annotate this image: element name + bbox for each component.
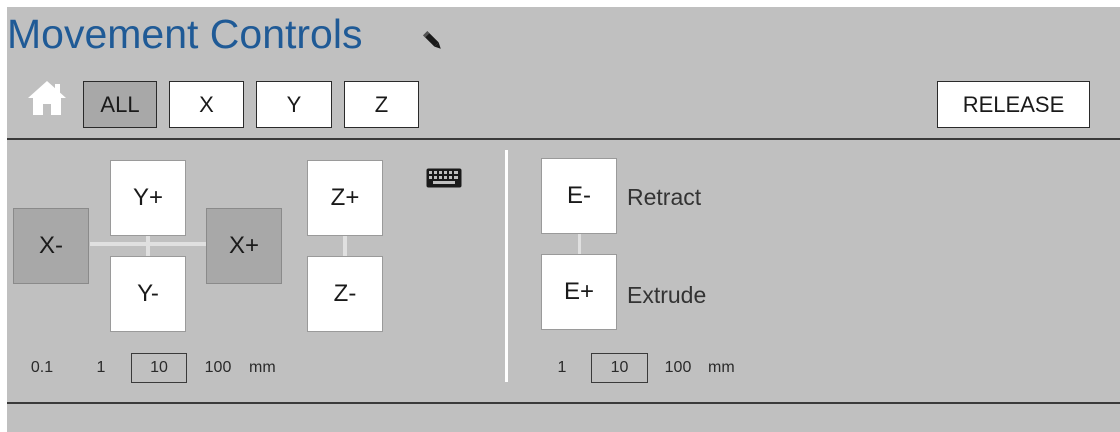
extrude-label: Extrude bbox=[627, 282, 707, 308]
jog-z-minus-button[interactable]: Z- bbox=[307, 256, 383, 332]
e-step-option-10[interactable]: 10 bbox=[591, 353, 648, 383]
retract-label: Retract bbox=[627, 184, 702, 210]
section-divider bbox=[505, 150, 508, 382]
home-icon[interactable] bbox=[27, 80, 67, 116]
xyz-step-option-100[interactable]: 100 bbox=[198, 353, 238, 383]
z-axis-connector bbox=[343, 236, 347, 256]
jog-z-plus-button[interactable]: Z+ bbox=[307, 160, 383, 236]
page-title: Movement Controls bbox=[7, 11, 363, 57]
pencil-icon[interactable] bbox=[420, 28, 446, 54]
jog-y-minus-button[interactable]: Y- bbox=[110, 256, 186, 332]
extruder-retract-button[interactable]: E- bbox=[541, 158, 617, 234]
axis-button-x[interactable]: X bbox=[169, 81, 244, 128]
e-axis-connector bbox=[578, 233, 581, 255]
e-step-option-100[interactable]: 100 bbox=[658, 353, 698, 383]
release-button[interactable]: RELEASE bbox=[937, 81, 1090, 128]
keyboard-icon[interactable] bbox=[426, 168, 462, 188]
xyz-step-unit: mm bbox=[249, 359, 276, 376]
e-step-unit: mm bbox=[708, 359, 735, 376]
xyz-step-option-1[interactable]: 1 bbox=[88, 353, 114, 383]
jog-y-plus-button[interactable]: Y+ bbox=[110, 160, 186, 236]
jog-x-plus-button[interactable]: X+ bbox=[206, 208, 282, 284]
xyz-step-option-0-1[interactable]: 0.1 bbox=[22, 353, 62, 383]
extruder-extrude-button[interactable]: E+ bbox=[541, 254, 617, 330]
header-divider bbox=[7, 138, 1120, 140]
e-step-option-1[interactable]: 1 bbox=[551, 353, 573, 383]
axis-button-y[interactable]: Y bbox=[256, 81, 332, 128]
footer-divider bbox=[7, 402, 1120, 404]
y-axis-connector bbox=[146, 236, 150, 256]
xyz-step-option-10[interactable]: 10 bbox=[131, 353, 187, 383]
axis-button-z[interactable]: Z bbox=[344, 81, 419, 128]
axis-button-all[interactable]: ALL bbox=[83, 81, 157, 128]
jog-x-minus-button[interactable]: X- bbox=[13, 208, 89, 284]
